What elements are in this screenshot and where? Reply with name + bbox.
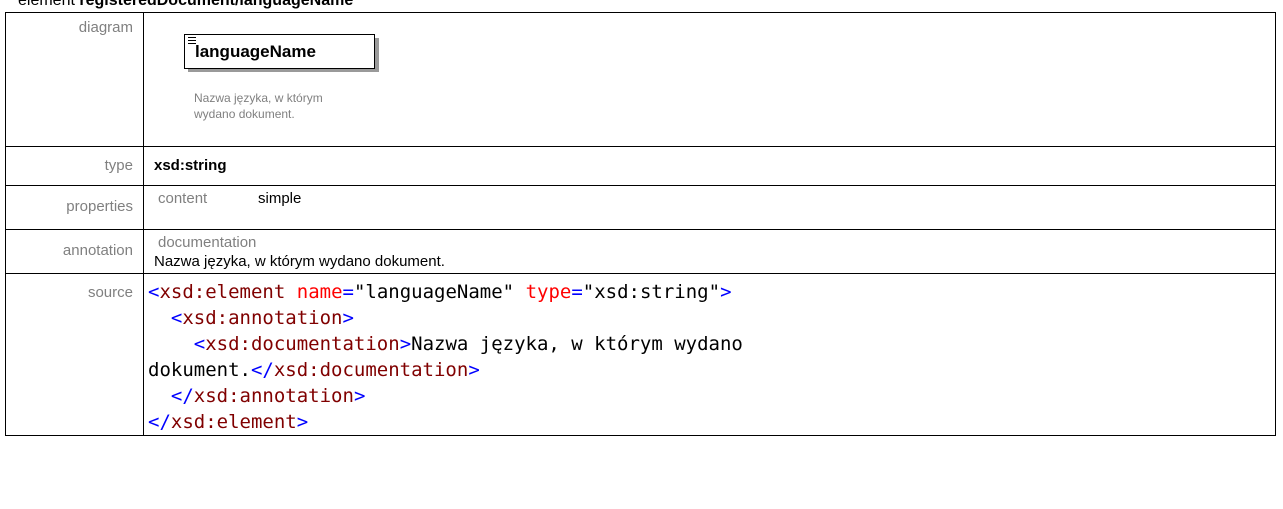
diagram-label: diagram <box>5 12 144 147</box>
element-box[interactable]: languageName <box>184 34 375 69</box>
annotation-text: Nazwa języka, w którym wydano dokument. <box>154 253 445 270</box>
heading-prefix: element <box>18 0 80 9</box>
element-name: languageName <box>195 42 316 61</box>
source-row: source <xsd:element name="languageName" … <box>5 273 1276 436</box>
diagram-doc-line-2: wydano dokument. <box>194 107 295 121</box>
properties-row: properties content simple <box>5 185 1276 230</box>
type-row: type xsd:string <box>5 146 1276 186</box>
page-heading: element registeredDocument/languageName <box>18 0 353 11</box>
element-diagram: languageName Nazwa języka, w którym wyda… <box>184 34 384 146</box>
annotation-cell: documentation Nazwa języka, w którym wyd… <box>143 229 1276 274</box>
properties-cell: content simple <box>143 185 1276 230</box>
properties-label: properties <box>5 185 144 230</box>
source-code: <xsd:element name="languageName" type="x… <box>148 281 743 433</box>
schema-doc-table: diagram languageName Nazwa języka, w któ… <box>5 12 1276 436</box>
property-value: simple <box>258 190 302 207</box>
source-label: source <box>5 273 144 436</box>
annotation-label: annotation <box>5 229 144 274</box>
type-value: xsd:string <box>154 157 227 174</box>
source-cell: <xsd:element name="languageName" type="x… <box>143 273 1276 436</box>
diagram-documentation: Nazwa języka, w którym wydano dokument. <box>194 90 394 122</box>
annotation-key: documentation <box>158 234 257 251</box>
type-label: type <box>5 146 144 186</box>
annotation-row: annotation documentation Nazwa języka, w… <box>5 229 1276 274</box>
diagram-doc-line-1: Nazwa języka, w którym <box>194 91 323 105</box>
diagram-cell: languageName Nazwa języka, w którym wyda… <box>143 12 1276 147</box>
property-line: content simple <box>154 186 1275 207</box>
diagram-row: diagram languageName Nazwa języka, w któ… <box>5 12 1276 147</box>
heading-path: registeredDocument/languageName <box>79 0 354 9</box>
property-key: content <box>158 190 208 207</box>
type-cell: xsd:string <box>143 146 1276 186</box>
